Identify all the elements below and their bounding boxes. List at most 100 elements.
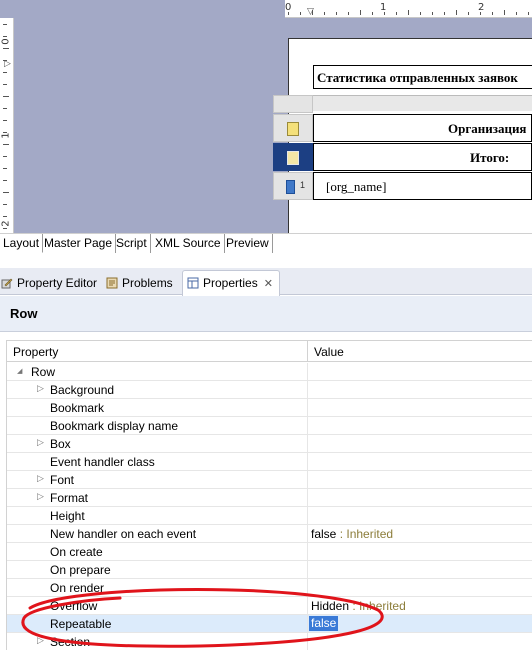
property-name: Section [50, 635, 91, 649]
tab-xml-source[interactable]: XML Source [152, 234, 225, 253]
property-row[interactable]: ▷ Format [7, 489, 532, 507]
ruler-number: 1 [0, 132, 12, 139]
column-divider [307, 417, 308, 435]
property-group-row[interactable]: ◢ Row [7, 363, 532, 381]
ruler-tick [468, 12, 469, 15]
tab-problems[interactable]: Problems [105, 270, 180, 295]
property-row[interactable]: Bookmark [7, 399, 532, 417]
tab-label: Properties [203, 276, 258, 290]
ruler-tick [348, 12, 349, 15]
property-value[interactable]: Hidden : Inherited [311, 599, 406, 613]
property-row[interactable]: ▷ Section [7, 633, 532, 650]
property-row[interactable]: On create [7, 543, 532, 561]
editor-tab-strip: Layout Master Page Script XML Source Pre… [0, 233, 532, 253]
property-name: Bookmark display name [50, 419, 179, 433]
ruler-tick [360, 10, 361, 15]
row-handle-header[interactable] [273, 114, 313, 142]
ruler-tick [3, 84, 7, 85]
property-row[interactable]: Event handler class [7, 453, 532, 471]
property-name: New handler on each event [50, 527, 197, 541]
ruler-number: 2 [478, 2, 485, 13]
property-row[interactable]: On render [7, 579, 532, 597]
grid-header: Property Value [7, 341, 532, 362]
ruler-tick [480, 12, 481, 15]
property-value[interactable]: false : Inherited [311, 527, 393, 541]
table-cell-total[interactable]: Итого: [313, 143, 532, 171]
close-icon[interactable]: ✕ [264, 278, 273, 290]
ruler-tick [504, 10, 505, 15]
ruler-tick [528, 12, 529, 15]
column-divider [307, 507, 308, 525]
column-divider [307, 543, 308, 561]
collapse-arrow-icon[interactable]: ◢ [17, 367, 22, 375]
layout-editor[interactable]: ▽ 0 1 2 0 ▷ 1 2 Статистика отправленных … [0, 0, 532, 233]
ruler-tick [408, 10, 409, 15]
property-row[interactable]: Repeatable false [7, 615, 532, 633]
column-divider[interactable] [307, 341, 308, 362]
property-row[interactable]: New handler on each event false : Inherit… [7, 525, 532, 543]
property-row[interactable]: Bookmark display name [7, 417, 532, 435]
tab-label: Problems [122, 276, 173, 290]
column-divider [307, 489, 308, 507]
report-title-label[interactable]: Статистика отправленных заявок [313, 65, 532, 89]
ruler-tick [288, 12, 289, 15]
ruler-tick [396, 12, 397, 15]
table-header-strip[interactable] [312, 95, 532, 111]
property-value-editor[interactable]: false [309, 616, 339, 631]
row-handle-total[interactable] [273, 143, 313, 171]
property-row[interactable]: On prepare [7, 561, 532, 579]
problems-icon [106, 277, 118, 289]
column-divider [307, 525, 308, 543]
tab-master-page[interactable]: Master Page [41, 234, 117, 253]
inherited-separator: : [349, 599, 360, 613]
table-cell-detail[interactable]: [org_name] [313, 172, 532, 200]
property-name: Font [50, 473, 75, 487]
ruler-tick [3, 216, 7, 217]
ruler-tick [3, 156, 7, 157]
property-value-text: false [311, 527, 337, 541]
column-divider [307, 435, 308, 453]
ruler-tick [516, 12, 517, 15]
ruler-tick [3, 192, 9, 193]
view-tab-strip: Property Editor Problems Properties ✕ [0, 268, 532, 296]
tab-layout[interactable]: Layout [0, 234, 44, 253]
ruler-tick [3, 204, 7, 205]
table-cell-header[interactable]: Организация [313, 114, 532, 142]
ruler-tick [3, 96, 9, 97]
property-row[interactable]: Height [7, 507, 532, 525]
property-row[interactable]: ▷ Font [7, 471, 532, 489]
ruler-tick [432, 12, 433, 15]
ruler-tick [3, 228, 7, 229]
ruler-tick [3, 48, 9, 49]
expand-arrow-icon[interactable]: ▷ [37, 473, 44, 484]
ruler-tick [3, 24, 7, 25]
property-value-text: Hidden [311, 599, 350, 613]
ruler-number: 2 [0, 220, 12, 227]
expand-arrow-icon[interactable]: ▷ [37, 491, 44, 502]
inherited-label: Inherited [359, 599, 406, 613]
column-divider [307, 579, 308, 597]
column-divider [307, 561, 308, 579]
detail-row-icon [286, 180, 295, 194]
tab-preview[interactable]: Preview [223, 234, 273, 253]
property-row[interactable]: ▷ Box [7, 435, 532, 453]
property-editor-icon [1, 278, 13, 289]
row-handle-detail[interactable]: 1 [273, 172, 313, 200]
expand-arrow-icon[interactable]: ▷ [37, 383, 44, 394]
ruler-tick [3, 168, 7, 169]
column-header-value[interactable]: Value [314, 345, 344, 359]
table-corner-handle[interactable] [273, 95, 313, 113]
tab-properties[interactable]: Properties ✕ [182, 270, 280, 296]
property-row[interactable]: ▷ Background [7, 381, 532, 399]
tab-property-editor[interactable]: Property Editor [0, 270, 104, 295]
expand-arrow-icon[interactable]: ▷ [37, 437, 44, 448]
column-divider [307, 453, 308, 471]
column-header-property[interactable]: Property [13, 345, 58, 359]
ruler-tick [3, 60, 7, 61]
expand-arrow-icon[interactable]: ▷ [37, 635, 44, 646]
property-name: Box [50, 437, 71, 451]
tab-script[interactable]: Script [113, 234, 151, 253]
ruler-tick [312, 10, 313, 15]
property-row[interactable]: Overflow Hidden : Inherited [7, 597, 532, 615]
row-icon [287, 151, 299, 165]
